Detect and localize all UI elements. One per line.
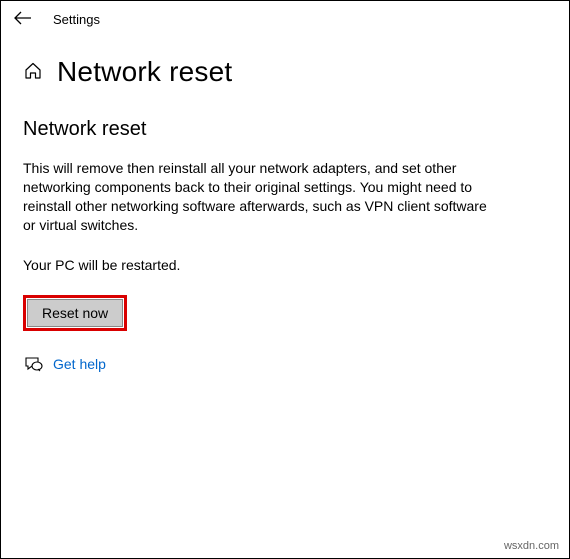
home-icon[interactable] (23, 61, 43, 84)
header-bar: Settings (1, 1, 569, 38)
reset-now-button[interactable]: Reset now (27, 299, 123, 327)
description-text: This will remove then reinstall all your… (23, 159, 493, 235)
restart-note: Your PC will be restarted. (23, 257, 547, 273)
help-row: Get help (23, 355, 547, 373)
watermark-text: wsxdn.com (504, 540, 559, 552)
app-title: Settings (53, 12, 100, 27)
section-heading: Network reset (23, 118, 547, 141)
page-title: Network reset (57, 56, 232, 88)
chat-help-icon (23, 355, 41, 373)
get-help-link[interactable]: Get help (53, 356, 106, 372)
back-arrow-icon[interactable] (13, 9, 33, 30)
title-row: Network reset (1, 38, 569, 96)
content-area: Network reset This will remove then rein… (1, 96, 569, 373)
reset-button-highlight: Reset now (23, 295, 127, 331)
